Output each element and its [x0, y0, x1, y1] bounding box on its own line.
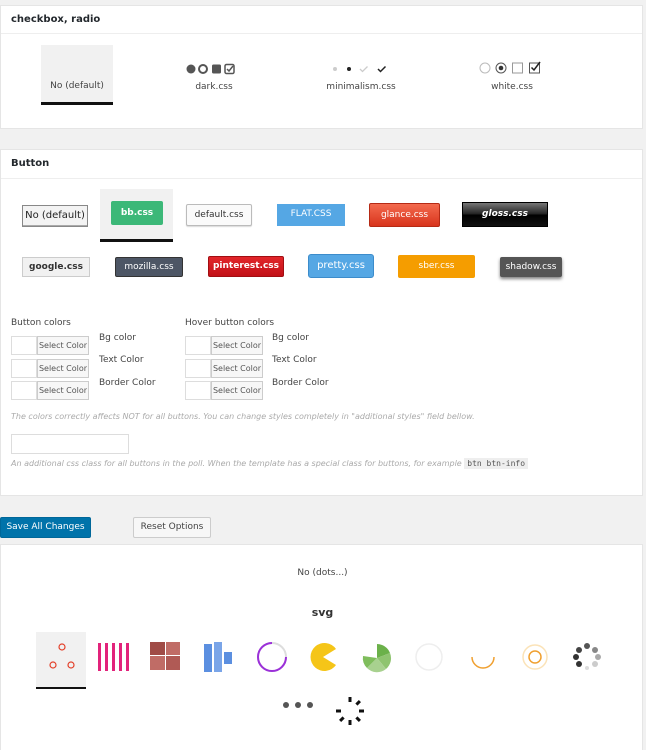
- white-controls-preview-icon: [479, 61, 541, 74]
- text-color-select-button[interactable]: Select Color: [37, 359, 89, 378]
- squares-grid-loader-icon[interactable]: [150, 642, 180, 670]
- button-style-option-google[interactable]: google.css: [22, 257, 90, 277]
- panel-divider: [1, 33, 642, 34]
- option-label: white.css: [491, 82, 533, 92]
- option-label: No (default): [50, 81, 104, 91]
- loader-option-circles[interactable]: [36, 632, 86, 689]
- hover-bg-color-swatch[interactable]: [185, 336, 211, 355]
- three-circles-loader-icon: [49, 643, 75, 669]
- text-color-label: Text Color: [99, 355, 144, 365]
- button-style-option-flat[interactable]: FLAT.CSS: [277, 204, 345, 226]
- button-style-option-pretty[interactable]: pretty.css: [308, 254, 374, 278]
- colors-hint: The colors correctly affects NOT for all…: [11, 412, 475, 421]
- border-color-select-button[interactable]: Select Color: [37, 381, 89, 400]
- minimalism-controls-preview-icon: [333, 65, 387, 73]
- three-dots-loader-icon[interactable]: [281, 699, 315, 711]
- css-class-hint: An additional css class for all buttons …: [11, 458, 529, 469]
- vertical-bars-loader-icon[interactable]: [97, 643, 131, 671]
- hover-text-color-label: Text Color: [272, 355, 317, 365]
- dots-circle-loader-icon[interactable]: [571, 642, 603, 672]
- hover-border-color-select-button[interactable]: Select Color: [211, 381, 263, 400]
- panel-divider: [1, 178, 642, 179]
- button-style-option-glance[interactable]: glance.css: [369, 203, 440, 227]
- hover-border-color-swatch[interactable]: [185, 381, 211, 400]
- bb-button-preview: bb.css: [111, 201, 163, 225]
- ring-loader-icon[interactable]: [256, 641, 288, 673]
- css-class-hint-text: An additional css class for all buttons …: [11, 459, 462, 468]
- option-label: dark.css: [195, 82, 233, 92]
- pie-wedge-loader-icon[interactable]: [361, 642, 393, 674]
- checkbox-radio-panel: checkbox, radio No (default) dark.css mi…: [0, 5, 643, 129]
- text-color-swatch[interactable]: [11, 359, 37, 378]
- button-style-option-none[interactable]: No (default): [22, 205, 88, 227]
- checkbox-style-option-none[interactable]: No (default): [41, 45, 113, 105]
- svg-loaders-title: svg: [311, 606, 334, 619]
- hover-text-color-select-button[interactable]: Select Color: [211, 359, 263, 378]
- checkbox-style-option-white[interactable]: white.css: [474, 61, 550, 101]
- button-style-option-shadow[interactable]: shadow.css: [500, 257, 562, 277]
- border-color-label: Border Color: [99, 378, 156, 388]
- hover-bg-color-label: Bg color: [272, 333, 309, 343]
- button-style-option-mozilla[interactable]: mozilla.css: [115, 257, 183, 277]
- checkbox-style-option-dark[interactable]: dark.css: [176, 61, 252, 101]
- bg-color-swatch[interactable]: [11, 336, 37, 355]
- dashed-spinner-loader-icon[interactable]: [334, 695, 366, 727]
- button-style-option-default[interactable]: default.css: [186, 204, 252, 226]
- hover-text-color-swatch[interactable]: [185, 359, 211, 378]
- bar-chart-loader-icon[interactable]: [204, 642, 234, 672]
- reset-options-button[interactable]: Reset Options: [133, 517, 211, 538]
- css-class-input[interactable]: [11, 434, 129, 454]
- loader-panel: No (dots...) svg: [0, 544, 643, 750]
- css-class-hint-example: btn btn-info: [464, 458, 529, 469]
- bg-color-select-button[interactable]: Select Color: [37, 336, 89, 355]
- target-ring-loader-icon[interactable]: [520, 642, 550, 672]
- border-color-swatch[interactable]: [11, 381, 37, 400]
- checkbox-radio-title: checkbox, radio: [11, 14, 101, 25]
- button-style-option-bb[interactable]: bb.css: [100, 189, 173, 242]
- dark-controls-preview-icon: [186, 63, 235, 75]
- button-panel: Button No (default) bb.css default.css F…: [0, 149, 643, 496]
- faint-circle-loader-icon[interactable]: [414, 642, 444, 672]
- hover-bg-color-select-button[interactable]: Select Color: [211, 336, 263, 355]
- button-section-title: Button: [11, 158, 50, 169]
- bg-color-label: Bg color: [99, 333, 136, 343]
- hover-border-color-label: Border Color: [272, 378, 329, 388]
- button-style-option-pinterest[interactable]: pinterest.css: [208, 256, 284, 277]
- button-colors-title: Button colors: [11, 318, 71, 328]
- button-style-option-gloss[interactable]: gloss.css: [462, 202, 548, 227]
- loader-option-no-dots[interactable]: No (dots...): [1, 568, 644, 578]
- hover-button-colors-title: Hover button colors: [185, 318, 275, 328]
- save-all-changes-button[interactable]: Save All Changes: [0, 517, 91, 538]
- checkbox-style-option-minimalism[interactable]: minimalism.css: [321, 61, 401, 101]
- button-style-option-sber[interactable]: sber.css: [398, 255, 475, 278]
- arc-spinner-loader-icon[interactable]: [468, 642, 498, 672]
- option-label: minimalism.css: [326, 82, 396, 92]
- pacman-loader-icon[interactable]: [308, 642, 340, 672]
